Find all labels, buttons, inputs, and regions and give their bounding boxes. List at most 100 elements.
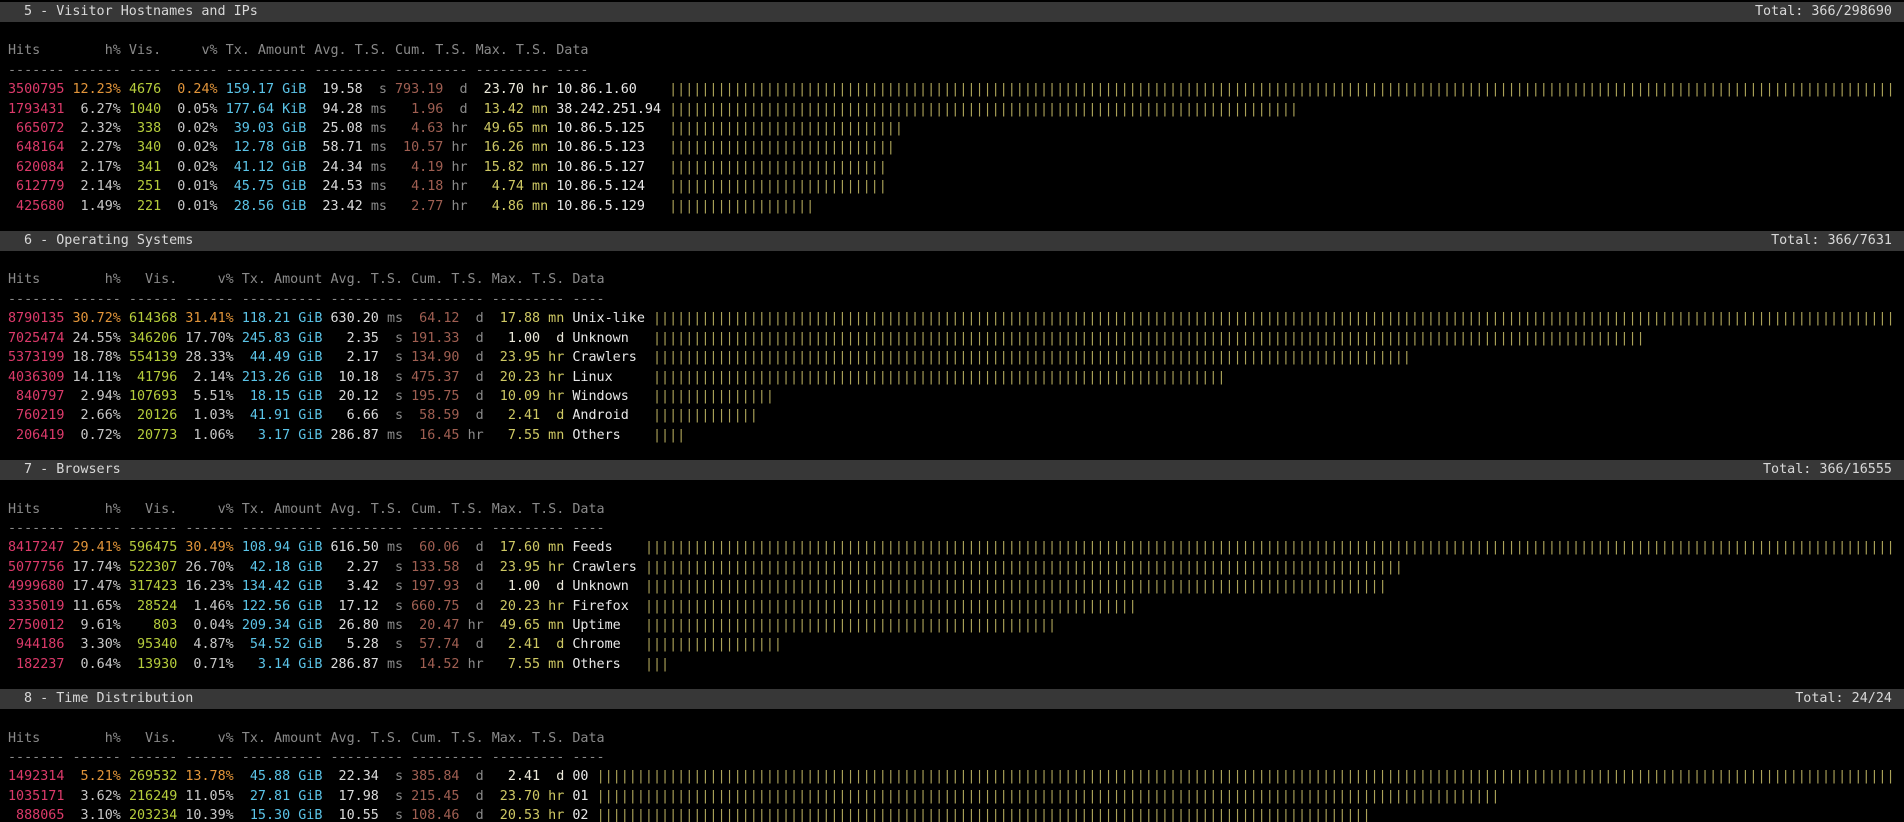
- cell-avg-ts-unit: s: [386, 388, 404, 404]
- cell-avg-ts-unit: s: [386, 408, 404, 424]
- table-row[interactable]: 206419 0.72% 20773 1.06% 3.17 GiB 286.87…: [8, 428, 685, 443]
- cell-cum-ts-unit: hr: [467, 617, 484, 633]
- table-row[interactable]: 7025474 24.55% 346206 17.70% 245.83 GiB …: [8, 331, 1645, 346]
- panel-header[interactable]: 7 - Browsers Total: 366/16555: [0, 460, 1904, 481]
- table-row[interactable]: 5373199 18.78% 554139 28.33% 44.49 GiB 2…: [8, 350, 1411, 365]
- cell-visitors-percent: 31.41%: [185, 311, 234, 327]
- table-row[interactable]: 620084 2.17% 341 0.02% 41.12 GiB 24.34 m…: [8, 160, 887, 175]
- panel-table: Hits h% Vis. v% Tx. Amount Avg. T.S. Cum…: [0, 709, 1904, 822]
- cell-avg-ts-unit: s: [386, 788, 404, 804]
- cell-avg-ts: 10.55: [330, 808, 379, 822]
- cell-cum-ts-unit: d: [451, 82, 468, 98]
- cell-max-ts: 23.95 hr: [491, 350, 565, 366]
- table-row[interactable]: 182237 0.64% 13930 0.71% 3.14 GiB 286.87…: [8, 657, 669, 672]
- cell-cum-ts-unit: d: [467, 808, 484, 822]
- cell-data: 10.86.5.124: [556, 179, 662, 195]
- cell-avg-ts-unit: s: [386, 769, 404, 785]
- panel-header[interactable]: 5 - Visitor Hostnames and IPs Total: 366…: [0, 2, 1904, 22]
- cell-hits: 840797: [8, 388, 65, 404]
- table-row[interactable]: 760219 2.66% 20126 1.03% 41.91 GiB 6.66 …: [8, 408, 758, 423]
- table-row[interactable]: 1035171 3.62% 216249 11.05% 27.81 GiB 17…: [8, 789, 1500, 804]
- hits-bar: ||||||||||||||||||||||||||||||||||||||||…: [653, 350, 1411, 366]
- hits-bar: ||||||||||||||||||||||||||||||||||||||||…: [644, 598, 1137, 614]
- panel-title: 7 - Browsers: [24, 462, 121, 478]
- hits-bar: ||||||||||||||||||||||||||||||||||||||||…: [644, 540, 1895, 556]
- cell-cum-ts: 197.93: [411, 579, 460, 595]
- cell-cum-ts-unit: hr: [451, 159, 468, 175]
- table-row[interactable]: 612779 2.14% 251 0.01% 45.75 GiB 24.53 m…: [8, 179, 887, 194]
- cell-visitors: 20126: [128, 408, 178, 424]
- panel-table: Hits h% Vis. v% Tx. Amount Avg. T.S. Cum…: [0, 480, 1904, 674]
- cell-data: Unix-like: [572, 311, 645, 327]
- cell-visitors-percent: 0.01%: [169, 179, 218, 195]
- cell-max-ts: 2.41 d: [491, 637, 565, 653]
- cell-avg-ts: 20.12: [330, 388, 379, 404]
- table-row[interactable]: 8417247 29.41% 596475 30.49% 108.94 GiB …: [8, 540, 1895, 555]
- cell-visitors-percent: 0.05%: [169, 101, 218, 117]
- panel-title: 8 - Time Distribution: [24, 691, 194, 707]
- table-row[interactable]: 3335019 11.65% 28524 1.46% 122.56 GiB 17…: [8, 599, 1137, 614]
- cell-cum-ts: 64.12: [411, 311, 460, 327]
- cell-cum-ts-unit: hr: [451, 179, 468, 195]
- cell-avg-ts-unit: s: [370, 82, 387, 98]
- table-row[interactable]: 888065 3.10% 203234 10.39% 15.30 GiB 10.…: [8, 808, 1370, 822]
- hits-bar: |||||||||||||||||||||||||||: [669, 159, 887, 175]
- cell-data: Unknown: [572, 330, 645, 346]
- cell-visitors-percent: 28.33%: [185, 350, 234, 366]
- table-row[interactable]: 425680 1.49% 221 0.01% 28.56 GiB 23.42 m…: [8, 199, 814, 214]
- cell-visitors: 554139: [128, 350, 178, 366]
- panel-header[interactable]: 6 - Operating Systems Total: 366/7631: [0, 231, 1904, 252]
- hits-bar: ||||||||||||||||||||||||||||||||||||||||…: [596, 788, 1500, 804]
- cell-visitors-percent: 4.87%: [185, 637, 234, 653]
- cell-hits-percent: 5.21%: [72, 769, 121, 785]
- cell-visitors: 317423: [128, 579, 178, 595]
- table-row[interactable]: 1793431 6.27% 1040 0.05% 177.64 KiB 94.2…: [8, 102, 1298, 117]
- cell-cum-ts: 58.59: [411, 408, 460, 424]
- column-divider: ------- ------ ------ ------ ---------- …: [8, 291, 605, 307]
- table-row[interactable]: 8790135 30.72% 614368 31.41% 118.21 GiB …: [8, 311, 1895, 326]
- cell-cum-ts: 133.58: [411, 559, 460, 575]
- cell-visitors-percent: 0.04%: [185, 617, 234, 633]
- hits-bar: ||||||||||||||||||||||||||||||||||||||||…: [653, 311, 1895, 327]
- table-row[interactable]: 5077756 17.74% 522307 26.70% 42.18 GiB 2…: [8, 560, 1403, 575]
- table-row[interactable]: 3500795 12.23% 4676 0.24% 159.17 GiB 19.…: [8, 82, 1895, 97]
- cell-visitors: 1040: [128, 101, 162, 117]
- cell-hits-percent: 2.94%: [72, 388, 121, 404]
- cell-hits-percent: 0.64%: [72, 656, 121, 672]
- cell-max-ts: 15.82 mn: [475, 159, 549, 175]
- panel-operating-systems: 6 - Operating Systems Total: 366/7631 Hi…: [0, 231, 1904, 445]
- cell-visitors: 20773: [128, 427, 178, 443]
- cell-visitors-percent: 5.51%: [185, 388, 234, 404]
- cell-max-ts: 49.65 mn: [491, 617, 565, 633]
- table-row[interactable]: 840797 2.94% 107693 5.51% 18.15 GiB 20.1…: [8, 389, 774, 404]
- cell-hits: 182237: [8, 656, 65, 672]
- cell-max-ts: 1.00 d: [491, 579, 565, 595]
- cell-max-ts: 7.55 mn: [491, 656, 565, 672]
- cell-avg-ts: 19.58: [314, 82, 363, 98]
- table-row[interactable]: 944186 3.30% 95340 4.87% 54.52 GiB 5.28 …: [8, 637, 782, 652]
- hits-bar: ||||||||||||||||||||||||||||||||||||||||…: [644, 579, 1387, 595]
- cell-hits: 944186: [8, 637, 65, 653]
- table-row[interactable]: 2750012 9.61% 803 0.04% 209.34 GiB 26.80…: [8, 618, 1056, 633]
- cell-cum-ts-unit: d: [467, 579, 484, 595]
- table-row[interactable]: 4999680 17.47% 317423 16.23% 134.42 GiB …: [8, 579, 1387, 594]
- cell-hits: 425680: [8, 198, 65, 214]
- cell-cum-ts: 660.75: [411, 598, 460, 614]
- cell-cum-ts-unit: d: [467, 788, 484, 804]
- cell-avg-ts: 17.12: [330, 598, 379, 614]
- cell-cum-ts: 215.45: [411, 788, 460, 804]
- cell-hits-percent: 2.66%: [72, 408, 121, 424]
- table-row[interactable]: 665072 2.32% 338 0.02% 39.03 GiB 25.08 m…: [8, 121, 903, 136]
- table-row[interactable]: 1492314 5.21% 269532 13.78% 45.88 GiB 22…: [8, 769, 1895, 784]
- cell-hits-percent: 1.49%: [72, 198, 121, 214]
- cell-max-ts: 17.88 mn: [491, 311, 565, 327]
- cell-avg-ts-unit: ms: [386, 311, 404, 327]
- panel-header[interactable]: 8 - Time Distribution Total: 24/24: [0, 689, 1904, 710]
- cell-tx-amount: 12.78 GiB: [225, 140, 307, 156]
- cell-hits: 8790135: [8, 311, 65, 327]
- cell-data: Windows: [572, 388, 645, 404]
- table-row[interactable]: 4036309 14.11% 41796 2.14% 213.26 GiB 10…: [8, 370, 1225, 385]
- table-row[interactable]: 648164 2.27% 340 0.02% 12.78 GiB 58.71 m…: [8, 140, 895, 155]
- cell-cum-ts-unit: d: [451, 101, 468, 117]
- cell-visitors: 4676: [128, 82, 162, 98]
